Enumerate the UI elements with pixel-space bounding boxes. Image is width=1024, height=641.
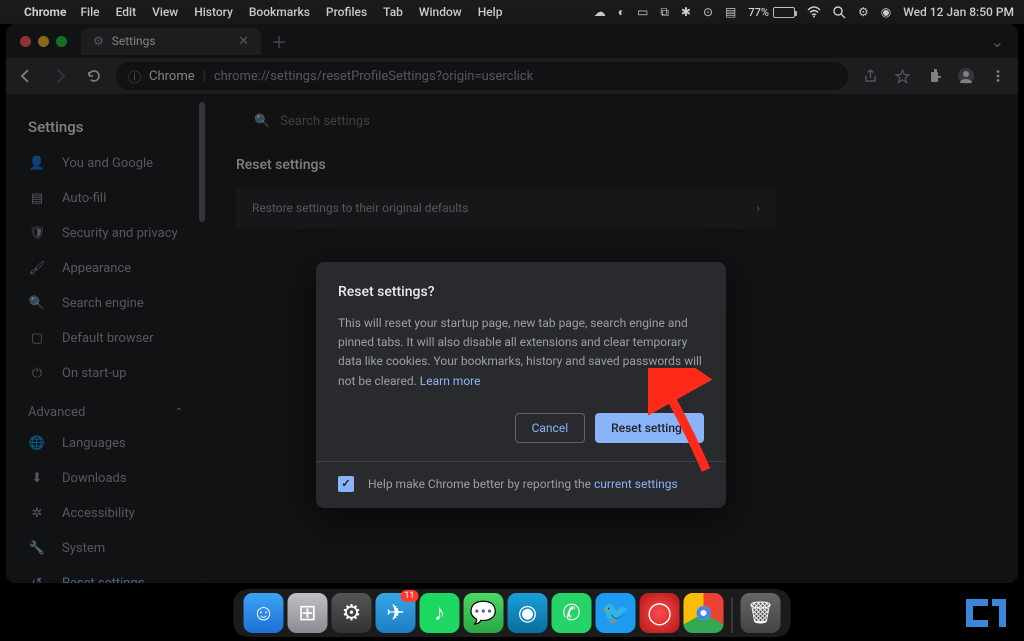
dialog-footer-text: Help make Chrome better by reporting the… xyxy=(368,477,678,491)
menu-view[interactable]: View xyxy=(152,5,178,19)
dialog-body: This will reset your startup page, new t… xyxy=(338,314,704,391)
menu-file[interactable]: File xyxy=(80,5,99,19)
menubar-app-name[interactable]: Chrome xyxy=(24,5,66,19)
menubar-screen-mirror-icon[interactable]: ⧉ xyxy=(660,5,669,20)
menubar-status-icon[interactable]: ◐ xyxy=(618,5,625,19)
menubar-datetime[interactable]: Wed 12 Jan 8:50 PM xyxy=(903,5,1014,19)
dock-messages[interactable]: 💬 xyxy=(464,593,504,633)
menu-history[interactable]: History xyxy=(194,5,233,19)
menu-help[interactable]: Help xyxy=(478,5,503,19)
reset-settings-button[interactable]: Reset settings xyxy=(595,413,704,443)
dock-chrome[interactable] xyxy=(684,593,724,633)
macos-menubar: Chrome File Edit View History Bookmarks … xyxy=(0,0,1024,24)
dock-finder[interactable]: ☺ xyxy=(244,593,284,633)
reporting-checkbox[interactable]: ✓ xyxy=(338,476,354,492)
battery-percent: 77% xyxy=(748,6,769,19)
dock-twitter[interactable]: 🐦 xyxy=(596,593,636,633)
menu-window[interactable]: Window xyxy=(419,5,462,19)
dock-edge[interactable]: ◉ xyxy=(508,593,548,633)
learn-more-link[interactable]: Learn more xyxy=(420,374,481,388)
menu-profiles[interactable]: Profiles xyxy=(326,5,367,19)
macos-dock: ☺ ⊞ ⚙ ✈11 ♪ 💬 ◉ ✆ 🐦 ◯ 🗑 xyxy=(234,589,791,637)
menubar-siri-icon[interactable]: ◉ xyxy=(881,5,891,19)
menubar-language-icon[interactable]: ▤ xyxy=(725,5,736,19)
dock-telegram[interactable]: ✈11 xyxy=(376,593,416,633)
chrome-window: ⚙ Settings ✕ ＋ ⌄ ⓘ Chrome | chrome://set… xyxy=(6,24,1018,583)
dock-launchpad[interactable]: ⊞ xyxy=(288,593,328,633)
menubar-status-icon[interactable]: ▭ xyxy=(637,5,648,19)
reset-settings-dialog: Reset settings? This will reset your sta… xyxy=(316,262,726,508)
dock-divider xyxy=(732,597,733,633)
menu-tab[interactable]: Tab xyxy=(383,5,403,19)
menu-bookmarks[interactable]: Bookmarks xyxy=(249,5,310,19)
dock-spotify[interactable]: ♪ xyxy=(420,593,460,633)
menubar-status-icon[interactable]: ☁ xyxy=(594,5,606,19)
menubar-play-icon[interactable]: ⊙ xyxy=(703,5,713,19)
menubar-bluetooth-icon[interactable]: ✱ xyxy=(681,5,691,19)
telegram-badge: 11 xyxy=(400,590,418,602)
dock-trash[interactable]: 🗑 xyxy=(741,593,781,633)
watermark-logo xyxy=(960,595,1012,631)
battery-icon xyxy=(773,7,795,18)
menubar-spotlight-icon[interactable] xyxy=(833,6,846,19)
dock-whatsapp[interactable]: ✆ xyxy=(552,593,592,633)
menu-edit[interactable]: Edit xyxy=(116,5,136,19)
menubar-wifi-icon[interactable] xyxy=(807,6,821,18)
cancel-button[interactable]: Cancel xyxy=(515,413,586,443)
menubar-control-center-icon[interactable]: ⚙ xyxy=(858,5,869,19)
dock-system-preferences[interactable]: ⚙ xyxy=(332,593,372,633)
menubar-battery[interactable]: 77% xyxy=(748,6,795,19)
dialog-title: Reset settings? xyxy=(338,284,704,300)
current-settings-link[interactable]: current settings xyxy=(594,477,678,491)
dock-opera[interactable]: ◯ xyxy=(640,593,680,633)
